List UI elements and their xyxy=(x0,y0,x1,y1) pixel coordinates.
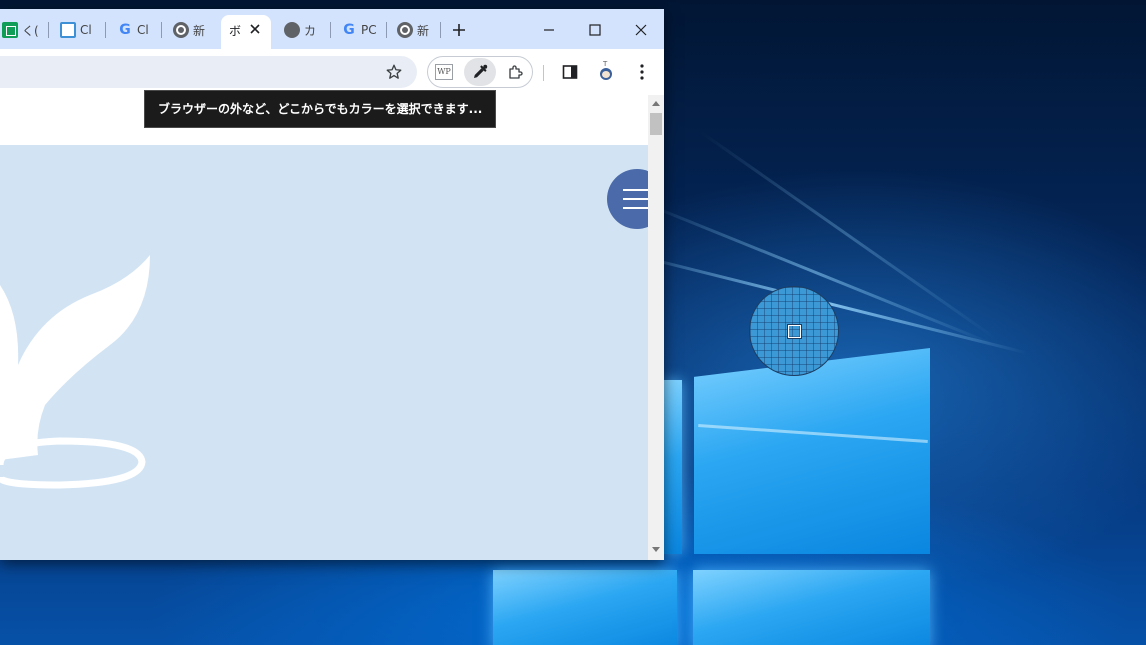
address-bar[interactable] xyxy=(0,56,417,88)
tab-title: Cl xyxy=(137,23,149,37)
scroll-up-arrow-icon[interactable] xyxy=(652,101,660,106)
whale-tail-illustration xyxy=(0,255,150,489)
tab-separator xyxy=(386,22,387,38)
eyedropper-icon xyxy=(474,64,488,78)
browser-toolbar: WP T xyxy=(0,49,664,95)
tab-separator xyxy=(330,22,331,38)
tab-8[interactable]: 新 xyxy=(397,18,429,42)
profile-button[interactable]: T xyxy=(594,60,618,84)
tab-7[interactable]: G PC xyxy=(341,18,377,42)
page-content xyxy=(0,95,648,560)
hamburger-menu-button[interactable] xyxy=(607,169,648,229)
menu-line xyxy=(623,198,648,200)
scroll-thumb[interactable] xyxy=(650,113,662,135)
magnifier-center-pixel xyxy=(787,324,802,339)
tab-1[interactable]: く( xyxy=(2,18,39,42)
minimize-icon xyxy=(544,29,554,31)
side-panel-button[interactable] xyxy=(558,60,582,84)
chrome-icon xyxy=(397,22,413,38)
tab-title: 新 xyxy=(193,23,206,38)
windows-logo-pane xyxy=(664,380,682,554)
plus-icon xyxy=(453,24,465,36)
tab-separator xyxy=(48,22,49,38)
avatar: T xyxy=(597,60,615,82)
side-panel-icon xyxy=(562,65,578,79)
menu-line xyxy=(623,207,648,209)
tab-title: カ xyxy=(304,23,317,38)
menu-more-button[interactable] xyxy=(630,60,654,84)
windows-logo-pane xyxy=(694,348,930,554)
tab-title: Cl xyxy=(80,23,92,37)
tab-6[interactable]: カ xyxy=(284,18,316,42)
tab-active[interactable]: ボ xyxy=(221,15,271,49)
vertical-scrollbar[interactable] xyxy=(648,95,664,560)
wp-extension-button[interactable]: WP xyxy=(432,60,456,84)
new-tab-button[interactable] xyxy=(436,15,482,45)
tab-2[interactable]: Cl xyxy=(60,18,92,42)
eyedropper-tooltip: ブラウザーの外など、どこからでもカラーを選択できます... xyxy=(144,90,496,128)
tab-separator xyxy=(105,22,106,38)
tab-close-icon[interactable] xyxy=(247,21,263,37)
tab-strip: く( Cl G Cl 新 ボ カ G PC 新 xyxy=(0,9,664,49)
color-picker-magnifier[interactable] xyxy=(749,286,839,376)
windows-logo-pane xyxy=(693,570,930,645)
google-icon: G xyxy=(343,22,355,38)
maximize-button[interactable] xyxy=(572,15,618,45)
chrome-icon xyxy=(173,22,189,38)
close-icon xyxy=(635,24,647,36)
close-window-button[interactable] xyxy=(618,15,664,45)
extensions-button[interactable] xyxy=(504,60,528,84)
bookmark-star-icon[interactable] xyxy=(382,60,406,84)
puzzle-icon xyxy=(509,65,523,79)
tab-separator xyxy=(161,22,162,38)
scroll-down-arrow-icon[interactable] xyxy=(652,547,660,552)
tab-title: ボ xyxy=(229,24,242,38)
windows-logo-pane xyxy=(493,570,677,645)
globe-icon xyxy=(284,22,300,38)
toolbar-divider xyxy=(543,65,544,81)
eyedropper-button[interactable] xyxy=(468,60,492,84)
tab-title: く( xyxy=(22,23,39,38)
wp-icon: WP xyxy=(435,64,453,80)
avatar-mark: T xyxy=(603,60,608,68)
maximize-icon xyxy=(589,24,601,36)
more-vert-icon xyxy=(640,64,644,80)
tab-title: 新 xyxy=(417,23,430,38)
docs-icon xyxy=(60,22,76,38)
avatar-face-inner xyxy=(602,71,610,78)
minimize-button[interactable] xyxy=(526,15,572,45)
sheets-icon xyxy=(2,22,18,38)
tab-title: PC xyxy=(361,23,377,37)
tab-3[interactable]: G Cl xyxy=(117,18,149,42)
menu-line xyxy=(623,189,648,191)
google-icon: G xyxy=(119,22,131,38)
tab-4[interactable]: 新 xyxy=(173,18,205,42)
